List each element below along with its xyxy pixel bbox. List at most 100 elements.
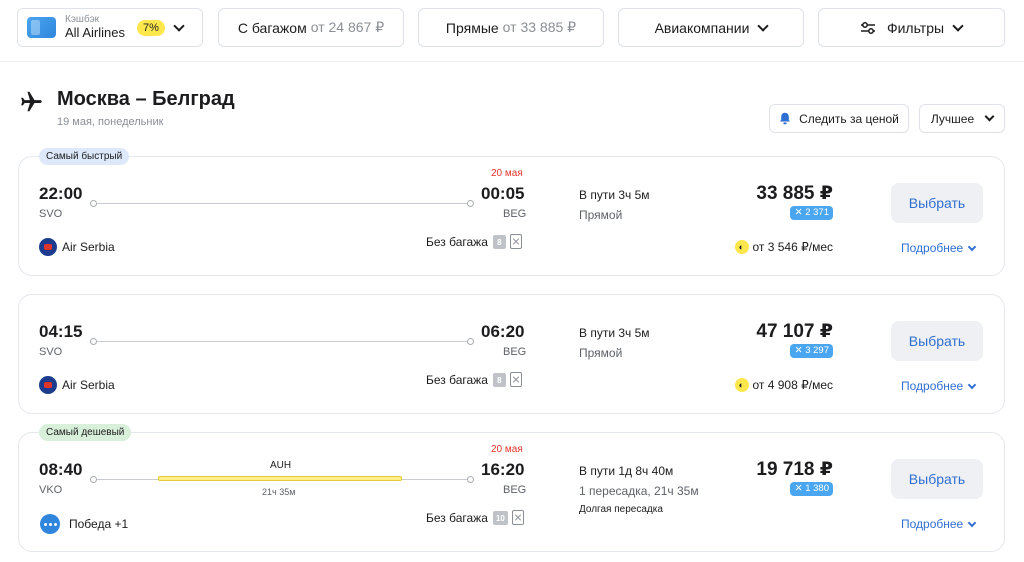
stops-info: 1 пересадка, 21ч 35м [579, 484, 699, 498]
transfer-airport: AUH [270, 460, 292, 471]
arrival-time: 06:20 [481, 322, 525, 341]
installment-info: ◐ от 4 908 ₽/мес [734, 378, 834, 392]
air-serbia-logo-icon [39, 238, 57, 256]
chevron-down-icon [173, 19, 185, 32]
flight-duration: В пути 1д 8ч 40м [579, 464, 674, 478]
fastest-badge: Самый быстрый [39, 148, 130, 165]
arrival-dot [467, 476, 474, 483]
ticket-card[interactable]: 08:40 VKO AUH 21ч 35м 20 мая 16:20 BEG П… [18, 432, 1005, 552]
baggage-filter-button[interactable]: С багажом от 24 867 ₽ [218, 8, 404, 47]
filters-button[interactable]: Фильтры [818, 8, 1005, 47]
details-label: Подробнее [901, 241, 964, 255]
ticket-card[interactable]: 04:15 SVO 06:20 BEG Air Serbia Без багаж… [18, 294, 1005, 414]
arrival-airport: BEG [503, 484, 527, 496]
hand-luggage-icon: 10 [492, 510, 508, 525]
chevron-down-icon [757, 19, 770, 32]
cashback-selector[interactable]: Кэшбэк All Airlines 7% [17, 8, 203, 47]
hand-luggage-icon: 8 [492, 234, 506, 249]
chevron-down-icon [967, 380, 977, 389]
baggage-info: Без багажа 10 [426, 510, 524, 525]
direct-filter-button[interactable]: Прямые от 33 885 ₽ [418, 8, 604, 47]
ticket-price: 33 885 ₽ [756, 183, 833, 204]
watch-price-button[interactable]: Следить за ценой [769, 104, 909, 133]
miles-badge: ✕ 2 371 [789, 206, 833, 220]
sliders-icon [860, 21, 875, 34]
flight-duration: В пути 3ч 5м [579, 188, 650, 202]
bell-icon [780, 112, 791, 125]
airline-info: Победа +1 [40, 514, 128, 534]
departure-time: 04:15 [39, 322, 83, 341]
stops-info: Прямой [579, 346, 623, 360]
departure-time: 08:40 [39, 460, 83, 479]
plane-icon [21, 91, 42, 112]
transfer-bar [158, 476, 402, 481]
filters-label: Фильтры [886, 19, 945, 36]
arrival-airport: BEG [503, 346, 527, 358]
baggage-filter-price: от 24 867 ₽ [310, 19, 385, 35]
ticket-price: 19 718 ₽ [756, 459, 833, 480]
arrival-time: 00:05 [481, 184, 525, 203]
installment-info: ◐ от 3 546 ₽/мес [734, 240, 834, 254]
transfer-duration: 21ч 35м [262, 487, 296, 497]
stops-info: Прямой [579, 208, 623, 222]
arrival-time: 16:20 [481, 460, 525, 479]
airline-info: Air Serbia [39, 238, 115, 256]
no-baggage-icon [509, 234, 522, 249]
baggage-label: Без багажа [426, 372, 488, 387]
departure-time: 22:00 [39, 184, 83, 203]
route-line [97, 203, 468, 204]
baggage-label: Без багажа [426, 510, 488, 525]
airlines-filter-label: Авиакомпании [654, 19, 750, 36]
arrival-dot [467, 338, 474, 345]
details-label: Подробнее [901, 379, 964, 393]
chevron-down-icon [967, 242, 977, 251]
select-button[interactable]: Выбрать [891, 459, 983, 499]
route-line [97, 341, 468, 342]
flight-duration: В пути 3ч 5м [579, 326, 650, 340]
arrival-dot [467, 200, 474, 207]
no-baggage-icon [509, 372, 522, 387]
no-baggage-icon [511, 510, 524, 525]
departure-airport: VKO [39, 484, 63, 496]
cashback-program: All Airlines [65, 24, 125, 40]
baggage-info: Без багажа 8 [426, 372, 522, 387]
installment-icon: ◐ [734, 378, 749, 392]
page-subtitle: 19 мая, понедельник [57, 116, 164, 128]
departure-airport: SVO [39, 208, 63, 220]
cashback-percent-badge: 7% [136, 19, 165, 36]
ticket-card[interactable]: 22:00 SVO 20 мая 00:05 BEG Air Serbia Бе… [18, 156, 1005, 276]
installment-label: от 4 908 ₽/мес [752, 378, 834, 392]
details-label: Подробнее [901, 517, 964, 531]
arrival-airport: BEG [503, 208, 527, 220]
airline-name: Air Serbia [62, 378, 115, 392]
departure-dot [90, 338, 97, 345]
select-button[interactable]: Выбрать [891, 183, 983, 223]
details-link[interactable]: Подробнее [901, 379, 977, 393]
cheapest-badge: Самый дешевый [39, 424, 132, 441]
airline-name: Победа +1 [69, 517, 129, 531]
long-transfer-note: Долгая пересадка [579, 504, 663, 515]
chevron-down-icon [967, 518, 977, 527]
airlines-filter-button[interactable]: Авиакомпании [618, 8, 804, 47]
direct-filter-price: от 33 885 ₽ [502, 19, 577, 35]
select-button[interactable]: Выбрать [891, 321, 983, 361]
sort-dropdown[interactable]: Лучшее [919, 104, 1005, 133]
air-serbia-logo-icon [39, 376, 57, 394]
chevron-down-icon [952, 19, 964, 32]
installment-icon: ◐ [734, 240, 749, 254]
pobeda-logo-icon [40, 514, 60, 534]
details-link[interactable]: Подробнее [901, 241, 977, 255]
details-link[interactable]: Подробнее [901, 517, 977, 531]
installment-label: от 3 546 ₽/мес [752, 240, 834, 254]
arrival-date-note: 20 мая [491, 168, 523, 179]
ticket-price: 47 107 ₽ [756, 321, 833, 342]
baggage-info: Без багажа 8 [426, 234, 522, 249]
miles-badge: ✕ 3 297 [789, 344, 833, 358]
baggage-label: Без багажа [426, 234, 488, 249]
hand-luggage-icon: 8 [492, 372, 506, 387]
watch-price-label: Следить за ценой [799, 111, 899, 126]
airline-name: Air Serbia [62, 240, 115, 254]
sort-label: Лучшее [930, 111, 975, 126]
filter-bar: Кэшбэк All Airlines 7% С багажом от 24 8… [0, 0, 1024, 62]
departure-airport: SVO [39, 346, 63, 358]
